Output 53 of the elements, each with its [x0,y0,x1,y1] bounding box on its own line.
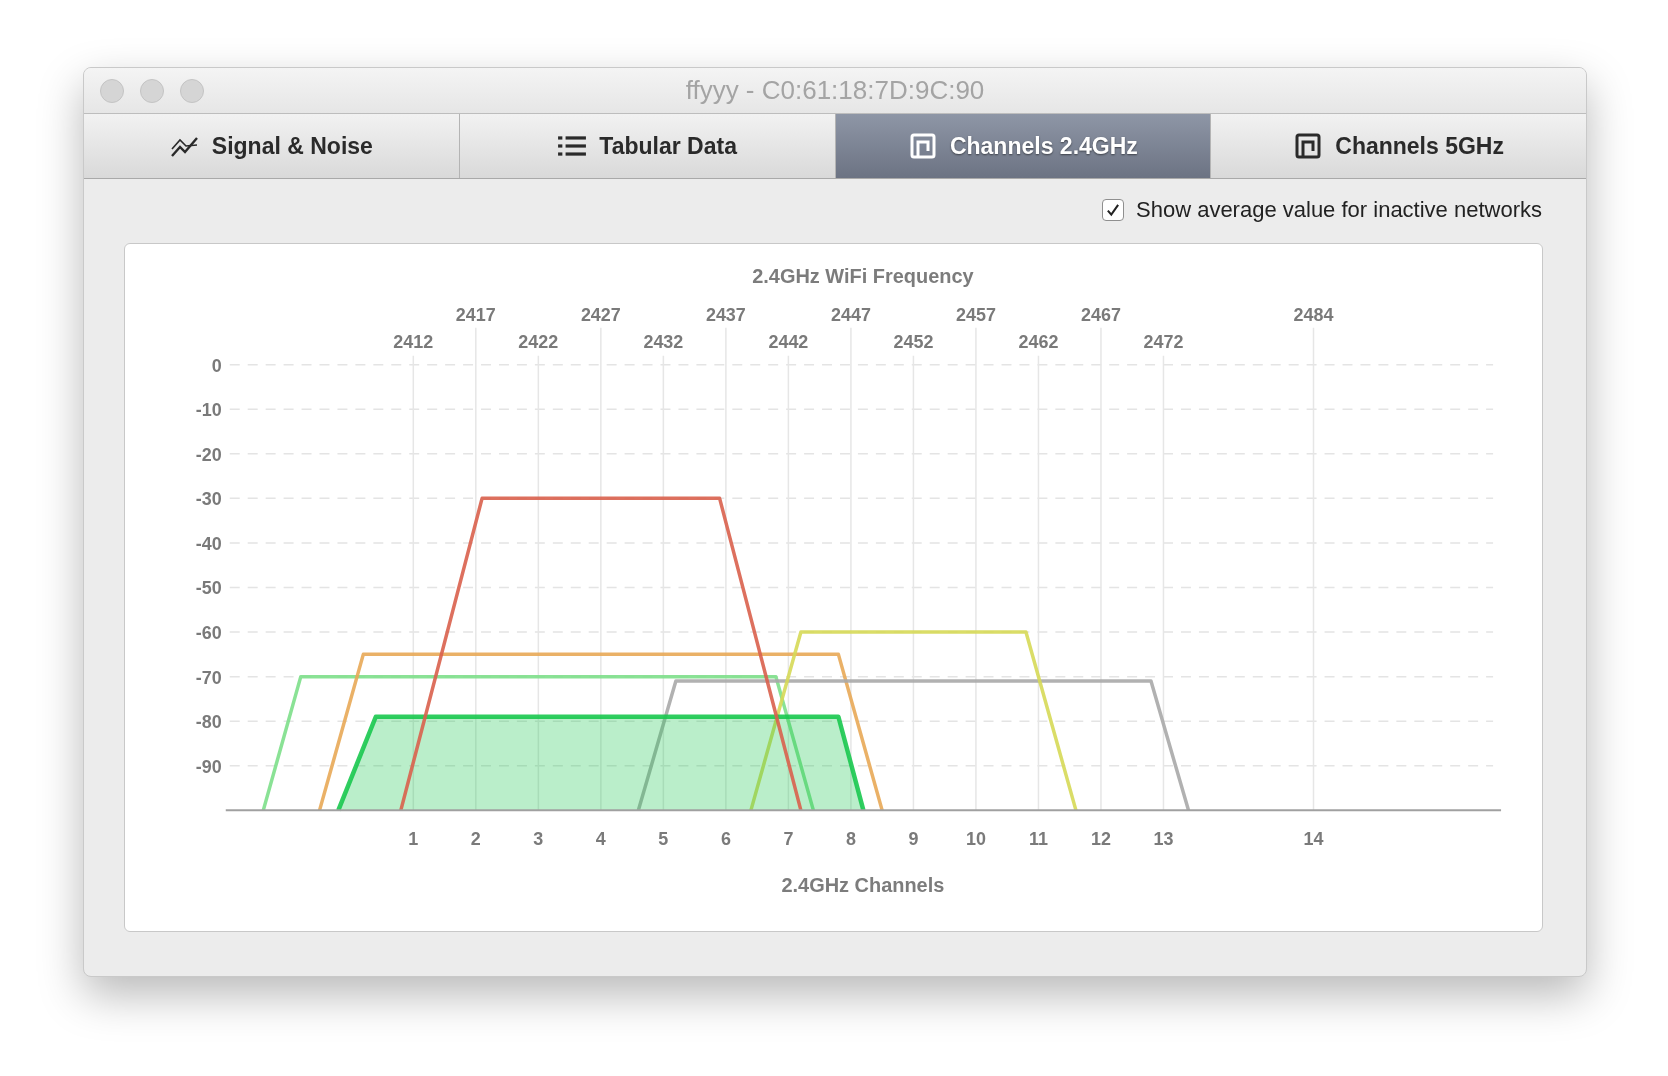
frequency-label: 2462 [1018,331,1059,352]
y-axis-label: -40 [195,533,222,554]
channel-label: 12 [1091,829,1111,850]
channel-label: 11 [1028,829,1048,850]
channel-label: 3 [533,829,544,850]
close-button[interactable] [100,78,124,103]
y-axis-label: -60 [195,623,222,644]
x-axis-title: 2.4GHz Channels [781,874,945,897]
frequency-label: 2457 [956,304,996,325]
checkmark-icon [1105,202,1121,218]
frequency-label: 2472 [1143,331,1184,352]
checkbox[interactable] [1102,199,1124,221]
channel-icon [1293,133,1324,159]
channel-label: 5 [658,829,669,850]
frequency-label: 2442 [768,331,809,352]
frequency-label: 2412 [393,331,434,352]
y-axis-label: -80 [195,712,222,733]
channel-label: 1 [408,829,419,850]
frequency-label: 2437 [705,304,746,325]
zoom-button[interactable] [180,78,204,103]
y-axis-label: 0 [211,355,222,376]
channel-label: 13 [1153,829,1174,850]
y-axis-label: -10 [195,400,222,421]
channel-label: 14 [1303,829,1324,850]
y-axis-label: -70 [195,667,222,688]
channel-label: 7 [783,829,794,850]
channel-label: 9 [908,829,919,850]
frequency-label: 2467 [1081,304,1121,325]
frequency-label: 2452 [893,331,934,352]
window-title: ffyyy - C0:61:18:7D:9C:90 [684,75,986,106]
frequency-label: 2484 [1293,304,1334,325]
channel-label: 10 [965,829,986,850]
channel-label: 2 [470,829,481,850]
channel-label: 4 [595,829,606,850]
y-axis-label: -30 [195,489,222,510]
frequency-label: 2447 [830,304,871,325]
average-checkbox[interactable]: Show average value for inactive networks [1102,197,1542,223]
tab[interactable]: Tabular Data [459,114,836,178]
channel-label: 6 [720,829,731,850]
tab[interactable]: Channels 5GHz [1211,114,1586,178]
frequency-label: 2427 [580,304,621,325]
chart-title: 2.4GHz WiFi Frequency [752,264,974,287]
frequency-label: 2417 [455,304,496,325]
frequency-label: 2432 [643,331,684,352]
y-axis-label: -90 [195,756,222,777]
y-axis-label: -20 [195,444,222,465]
frequency-label: 2422 [518,331,559,352]
list-icon [557,133,588,159]
minimize-button[interactable] [140,78,164,103]
tab[interactable]: Channels 2.4GHz [835,114,1212,178]
channel-label: 8 [845,829,856,850]
tab[interactable]: Signal & Noise [84,114,460,178]
y-axis-label: -50 [195,578,222,599]
